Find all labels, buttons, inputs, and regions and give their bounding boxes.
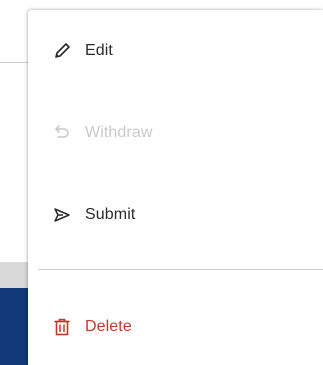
screen: Edit Withdraw Submit Delete [0, 0, 323, 365]
background-band [0, 262, 28, 288]
trash-icon [52, 317, 72, 337]
menu-item-delete[interactable]: Delete [28, 286, 323, 365]
menu-item-withdraw: Withdraw [28, 92, 323, 174]
background-divider [0, 62, 28, 63]
menu-item-edit[interactable]: Edit [28, 10, 323, 92]
pencil-icon [52, 41, 72, 61]
background-page [0, 0, 28, 365]
undo-icon [52, 123, 72, 143]
menu-item-label: Submit [85, 206, 136, 223]
background-accent-band [0, 288, 28, 365]
menu-item-label: Withdraw [85, 124, 153, 141]
context-menu: Edit Withdraw Submit Delete [28, 10, 323, 365]
send-icon [52, 205, 72, 225]
menu-divider [38, 269, 323, 270]
menu-item-submit[interactable]: Submit [28, 174, 323, 256]
menu-item-label: Delete [85, 318, 132, 335]
menu-item-label: Edit [85, 42, 113, 59]
